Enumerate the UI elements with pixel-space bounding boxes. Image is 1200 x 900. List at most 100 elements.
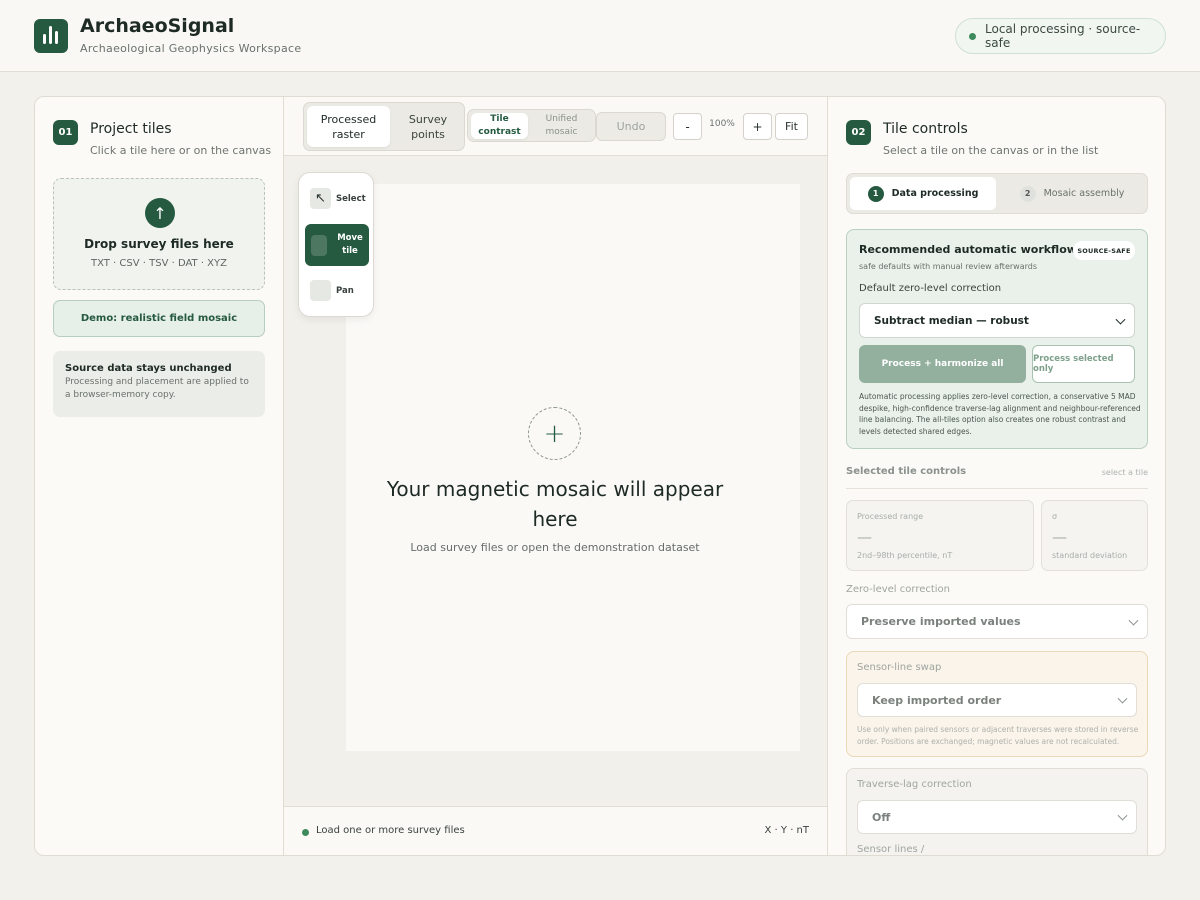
view-processed-raster[interactable]: Processed raster [307, 106, 390, 147]
add-plus-icon: + [528, 407, 581, 460]
tool-pan[interactable]: Pan [305, 276, 369, 306]
sensor-lines-label: Sensor lines / [857, 844, 925, 855]
chevron-down-icon [1128, 615, 1139, 626]
source-safe-badge: SOURCE-SAFE [1073, 241, 1135, 260]
select-value: Off [872, 810, 891, 824]
tool-select[interactable]: ↖ Select [305, 184, 369, 214]
tab-number: 2 [1019, 185, 1036, 202]
app-header: ArchaeoSignal Archaeological Geophysics … [0, 0, 1200, 72]
sensor-swap-select[interactable]: Keep imported order [857, 683, 1137, 717]
processed-range-stat: Processed range — 2nd–98th percentile, n… [846, 500, 1034, 571]
empty-canvas-title: Your magnetic mosaic will appear here [386, 477, 724, 531]
workspace: 01 Project tiles Click a tile here or on… [34, 96, 1166, 856]
stat-label: σ [1052, 512, 1058, 521]
zero-level-default-select[interactable]: Subtract median — robust [859, 303, 1135, 338]
contrast-mode-toggle: Tile contrast Unified mosaic [467, 109, 596, 142]
view-mode-toggle: Processed raster Survey points [303, 102, 465, 151]
step-badge-01: 01 [53, 120, 78, 145]
cursor-arrow-icon: ↖ [310, 188, 331, 209]
canvas-area: Processed raster Survey points Tile cont… [284, 97, 827, 855]
move-tile-icon [311, 235, 327, 256]
status-text: Local processing · source-safe [985, 22, 1141, 50]
app-title: ArchaeoSignal [80, 15, 235, 37]
zoom-in-button[interactable]: + [743, 113, 772, 140]
select-value: Subtract median — robust [874, 314, 1029, 327]
app-subtitle: Archaeological Geophysics Workspace [80, 42, 302, 55]
zoom-fit-button[interactable]: Fit [775, 113, 808, 140]
stat-desc: standard deviation [1052, 551, 1128, 560]
select-value: Preserve imported values [861, 615, 1021, 628]
status-dot-icon [969, 33, 976, 40]
undo-button[interactable]: Undo [596, 112, 666, 141]
tool-palette: ↖ Select Move tile Pan [298, 172, 374, 317]
workflow-description: Automatic processing applies zero-level … [859, 392, 1141, 436]
tool-select-label: Select [336, 194, 366, 204]
dropzone-title: Drop survey files here [84, 237, 234, 251]
tab-data-processing[interactable]: 1 Data processing [850, 177, 996, 210]
sensor-swap-label: Sensor-line swap [857, 662, 942, 673]
view-survey-points[interactable]: Survey points [393, 106, 463, 147]
tab-label: Data processing [891, 188, 979, 199]
demo-mosaic-button[interactable]: Demo: realistic field mosaic [53, 300, 265, 337]
processing-status-badge: Local processing · source-safe [955, 18, 1166, 54]
contrast-unified[interactable]: Unified mosaic [530, 113, 593, 139]
traverse-lag-card: Traverse-lag correction Off Sensor lines… [846, 768, 1148, 855]
select-value: Keep imported order [872, 693, 1002, 707]
automatic-workflow-card: Recommended automatic workflow SOURCE-SA… [846, 229, 1148, 449]
stat-value: — [1052, 528, 1067, 546]
selected-tile-hint: select a tile [1101, 468, 1148, 477]
project-tiles-subtitle: Click a tile here or on the canvas [90, 144, 272, 157]
sigma-stat: σ — standard deviation [1041, 500, 1148, 571]
cursor-coordinates: X · Y · nT [764, 825, 809, 836]
process-all-button[interactable]: Process + harmonize all [859, 345, 1026, 383]
step-badge-02: 02 [846, 120, 871, 145]
zoom-level: 100% [709, 119, 735, 129]
workflow-title: Recommended automatic workflow [859, 243, 1077, 256]
stat-label: Processed range [857, 512, 924, 521]
tile-controls-panel: 02 Tile controls Select a tile on the ca… [827, 97, 1165, 855]
canvas-toolbar: Processed raster Survey points Tile cont… [284, 97, 827, 156]
tab-mosaic-assembly[interactable]: 2 Mosaic assembly [999, 177, 1145, 210]
traverse-lag-label: Traverse-lag correction [857, 779, 972, 790]
upload-arrow-icon: ↑ [145, 198, 175, 228]
sensor-line-swap-card: Sensor-line swap Keep imported order Use… [846, 651, 1148, 757]
chevron-down-icon [1117, 810, 1128, 821]
project-tiles-panel: 01 Project tiles Click a tile here or on… [35, 97, 284, 855]
processing-tabs: 1 Data processing 2 Mosaic assembly [846, 173, 1148, 214]
status-dot-icon [302, 829, 309, 836]
note-body: Processing and placement are applied to … [65, 377, 249, 400]
tab-number: 1 [867, 185, 884, 202]
zero-level-default-label: Default zero-level correction [859, 283, 1002, 294]
zero-level-select[interactable]: Preserve imported values [846, 604, 1148, 639]
workflow-subtitle: safe defaults with manual review afterwa… [859, 262, 1037, 271]
canvas-statusbar: Load one or more survey files X · Y · nT [284, 806, 827, 855]
dropzone-formats: TXT · CSV · TSV · DAT · XYZ [90, 258, 227, 269]
selected-tile-title: Selected tile controls [846, 466, 967, 477]
empty-canvas-subtitle: Load survey files or open the demonstrat… [410, 541, 700, 554]
tile-controls-title: Tile controls [883, 121, 968, 137]
file-dropzone[interactable]: ↑ Drop survey files here TXT · CSV · TSV… [53, 178, 265, 290]
tool-move-tile-label: Move tile [337, 233, 363, 256]
selected-tile-header: Selected tile controls select a tile [846, 465, 1148, 489]
tab-label: Mosaic assembly [1043, 188, 1125, 199]
source-safe-note: Source data stays unchanged Processing a… [53, 351, 265, 417]
chevron-down-icon [1115, 314, 1126, 325]
mosaic-canvas[interactable]: + Your magnetic mosaic will appear here … [346, 184, 800, 751]
stat-desc: 2nd–98th percentile, nT [857, 551, 953, 560]
tile-controls-subtitle: Select a tile on the canvas or in the li… [883, 144, 1099, 157]
note-title: Source data stays unchanged [65, 363, 232, 374]
contrast-tile[interactable]: Tile contrast [471, 113, 528, 139]
pan-hand-icon [310, 280, 331, 301]
app-logo-icon [34, 19, 68, 53]
process-selected-button[interactable]: Process selected only [1032, 345, 1135, 383]
zero-level-label: Zero-level correction [846, 584, 951, 595]
tool-move-tile[interactable]: Move tile [305, 224, 369, 266]
sensor-swap-description: Use only when paired sensors or adjacent… [857, 725, 1139, 746]
project-tiles-title: Project tiles [90, 121, 172, 137]
chevron-down-icon [1117, 693, 1128, 704]
traverse-lag-select[interactable]: Off [857, 800, 1137, 834]
zoom-out-button[interactable]: - [673, 113, 702, 140]
tool-pan-label: Pan [336, 286, 354, 296]
stat-value: — [857, 528, 872, 546]
status-message: Load one or more survey files [316, 825, 465, 836]
